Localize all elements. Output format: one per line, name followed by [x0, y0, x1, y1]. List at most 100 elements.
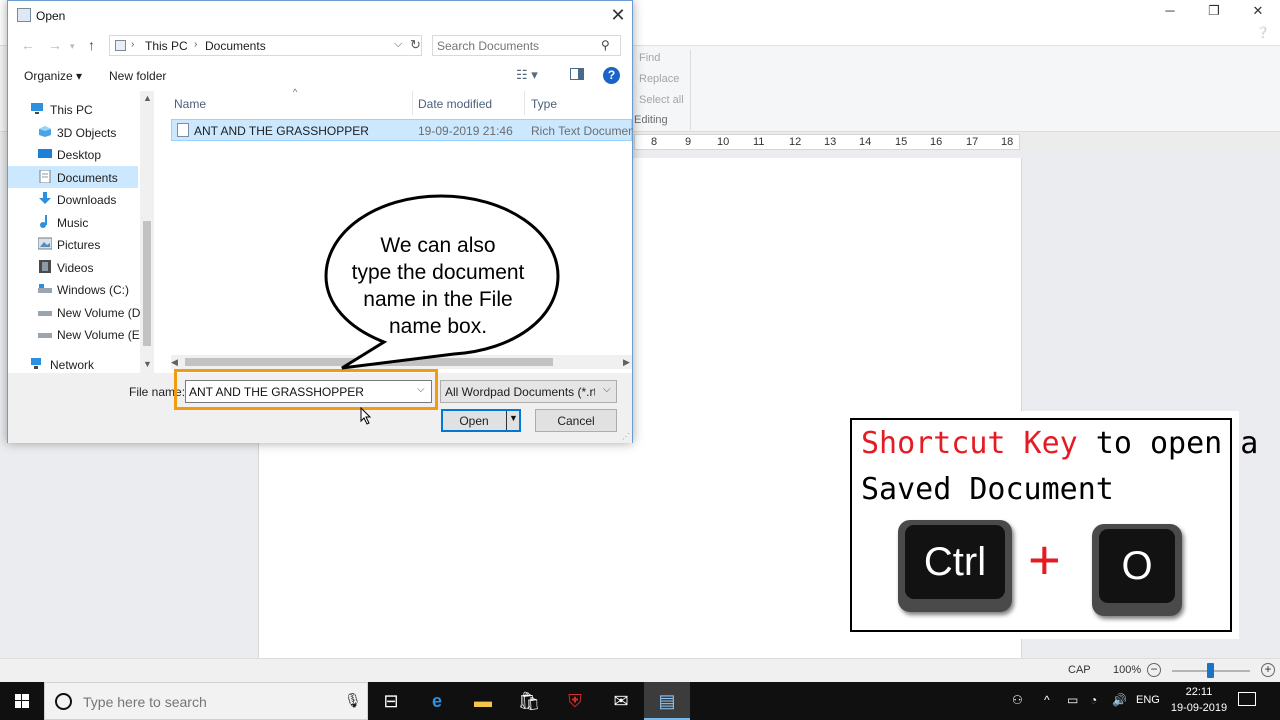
minimize-button[interactable]: ─: [1148, 0, 1192, 22]
task-view-icon[interactable]: ⊟: [368, 682, 414, 720]
forward-arrow-icon[interactable]: →: [48, 37, 62, 53]
action-center-icon[interactable]: [1238, 692, 1256, 706]
taskbar-search-box[interactable]: 🎙: [44, 682, 368, 720]
help-icon[interactable]: ❔: [1254, 26, 1272, 44]
nav-item-label: Music: [57, 216, 89, 230]
bubble-line: name in the File: [363, 288, 513, 311]
back-arrow-icon[interactable]: ←: [21, 37, 35, 53]
nav-item-this-pc[interactable]: This PC: [8, 98, 138, 120]
mcafee-icon[interactable]: ⛨: [552, 682, 598, 720]
scrollbar-thumb[interactable]: [143, 221, 151, 346]
file-type-filter-select[interactable]: All Wordpad Documents (*.rtf, ⌵: [440, 380, 617, 403]
search-box[interactable]: ⚲: [432, 35, 621, 56]
sort-ascending-icon: ^: [293, 87, 298, 97]
network-status-icon[interactable]: ◔: [1090, 693, 1097, 707]
file-name-highlight-box: [174, 369, 438, 410]
nav-item-new-volume-e[interactable]: New Volume (E:): [8, 323, 147, 345]
input-language[interactable]: ENG: [1136, 694, 1160, 706]
zoom-slider-thumb[interactable]: [1207, 663, 1214, 678]
nav-item-new-volume-d[interactable]: New Volume (D:: [8, 301, 144, 323]
volume-icon[interactable]: 🔊: [1112, 693, 1127, 707]
column-header-type[interactable]: Type: [531, 97, 557, 111]
new-folder-button[interactable]: New folder: [109, 69, 166, 83]
shortcut-heading-rest: to open a: [1077, 426, 1259, 461]
chevron-down-icon[interactable]: ⌵: [394, 38, 402, 51]
shortcut-heading: Shortcut Key to open a: [861, 426, 1258, 461]
column-header-date-modified[interactable]: Date modified: [418, 97, 492, 111]
ribbon-divider: [690, 50, 691, 130]
close-window-button[interactable]: ✕: [1236, 0, 1280, 22]
windows-start-button[interactable]: [0, 682, 44, 720]
help-icon[interactable]: ?: [603, 67, 620, 84]
battery-icon[interactable]: ▭: [1067, 693, 1078, 707]
microphone-icon[interactable]: 🎙: [344, 692, 362, 709]
nav-item-videos[interactable]: Videos: [8, 256, 138, 278]
store-icon[interactable]: 🛍: [506, 682, 552, 720]
nav-item-network[interactable]: Network: [8, 353, 138, 375]
scroll-down-icon[interactable]: ▼: [143, 359, 152, 369]
search-input[interactable]: [437, 38, 597, 54]
nav-pane-scrollbar[interactable]: ▲ ▼: [140, 91, 154, 373]
clock-time[interactable]: 22:11: [1172, 686, 1226, 698]
people-icon[interactable]: ⚇: [1012, 693, 1023, 707]
resize-grip-icon[interactable]: ⋰: [622, 432, 630, 441]
wordpad-taskbar-icon[interactable]: ▤: [644, 682, 690, 720]
dialog-title-bar[interactable]: Open ✕: [8, 1, 632, 31]
nav-item-music[interactable]: Music: [8, 211, 138, 233]
zoom-in-button[interactable]: +: [1261, 663, 1275, 677]
zoom-out-button[interactable]: −: [1147, 663, 1161, 677]
column-header-name[interactable]: Name: [174, 97, 206, 111]
rtf-file-icon: [177, 123, 189, 137]
find-button[interactable]: Find: [639, 52, 660, 64]
shortcut-heading-line2: Saved Document: [861, 472, 1114, 507]
scroll-up-icon[interactable]: ▲: [143, 93, 152, 103]
cancel-button[interactable]: Cancel: [535, 409, 617, 432]
clock-date[interactable]: 19-09-2019: [1166, 702, 1232, 714]
column-divider[interactable]: [524, 91, 525, 115]
music-icon: [40, 215, 47, 228]
ctrl-key-label: Ctrl: [905, 525, 1005, 599]
close-icon[interactable]: ✕: [608, 6, 628, 26]
refresh-icon[interactable]: ↻: [410, 37, 421, 53]
preview-pane-icon[interactable]: [570, 68, 584, 80]
replace-button[interactable]: Replace: [639, 73, 679, 85]
nav-item-downloads[interactable]: Downloads: [8, 188, 138, 210]
open-button[interactable]: Open ▼: [441, 409, 521, 432]
ruler-number: 13: [824, 136, 837, 148]
select-all-button[interactable]: Select all: [639, 94, 684, 106]
mail-icon[interactable]: ✉: [598, 682, 644, 720]
organize-button[interactable]: Organize ▾: [24, 69, 82, 83]
cancel-button-label: Cancel: [557, 414, 595, 428]
scroll-right-icon[interactable]: ▶: [623, 357, 630, 368]
ruler-number: 18: [1001, 136, 1014, 148]
file-type-filter-value: All Wordpad Documents (*.rtf,: [445, 385, 595, 399]
nav-item-pictures[interactable]: Pictures: [8, 233, 138, 255]
zoom-level: 100%: [1113, 664, 1142, 676]
breadcrumb-this-pc[interactable]: This PC: [145, 39, 188, 53]
nav-item-label: 3D Objects: [57, 126, 117, 140]
nav-item-desktop[interactable]: Desktop: [8, 143, 138, 165]
ruler-number: 17: [966, 136, 979, 148]
restore-button[interactable]: ❐: [1192, 0, 1236, 22]
column-divider[interactable]: [412, 91, 413, 115]
open-options-arrow-icon[interactable]: ▼: [509, 413, 518, 423]
nav-item-3d-objects[interactable]: 3D Objects: [8, 121, 138, 143]
nav-item-documents[interactable]: Documents: [8, 166, 138, 188]
ruler-strip[interactable]: 8 9 10 11 12 13 14 15 16 17 18: [634, 134, 1020, 150]
cortana-icon[interactable]: [55, 693, 72, 710]
up-arrow-icon[interactable]: ↑: [88, 37, 95, 53]
taskbar: 🎙 ⊟ e ▬ 🛍 ⛨ ✉ ▤ ⚇ ^ ▭ ◔ 🔊 ENG 22:11 19-0…: [0, 682, 1280, 720]
scroll-left-icon[interactable]: ◀: [171, 357, 178, 368]
edge-browser-icon[interactable]: e: [414, 682, 460, 720]
breadcrumb-documents[interactable]: Documents: [205, 39, 266, 53]
file-row[interactable]: ANT AND THE GRASSHOPPER 19-09-2019 21:46…: [171, 119, 633, 141]
show-hidden-icons-chevron[interactable]: ^: [1044, 693, 1050, 707]
address-bar[interactable]: › This PC › Documents ⌵ ↻: [109, 35, 422, 56]
taskbar-search-input[interactable]: [83, 693, 333, 711]
recent-locations-icon[interactable]: ▾: [70, 41, 75, 52]
view-options-icon[interactable]: ☷ ▾: [516, 67, 538, 83]
file-explorer-icon[interactable]: ▬: [460, 682, 506, 720]
breadcrumb-separator: ›: [131, 39, 135, 50]
nav-item-windows-c[interactable]: Windows (C:): [8, 278, 138, 300]
navigation-bar: ← → ▾ ↑ › This PC › Documents ⌵ ↻ ⚲: [8, 31, 632, 61]
